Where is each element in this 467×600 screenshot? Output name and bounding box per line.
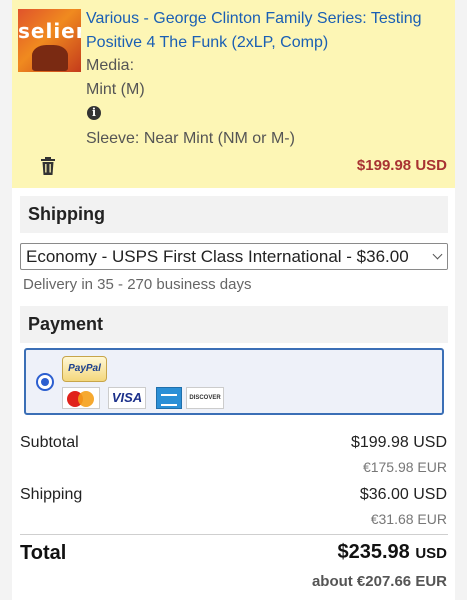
item-title-link[interactable]: Various - George Clinton Family Series: … [86,7,451,55]
cart-item: selier Various - George Clinton Family S… [12,0,455,188]
total-amount: $235.98 [337,541,410,563]
payment-header: Payment [20,306,448,343]
item-price-amount: $199.98 [356,157,412,174]
paypal-logo: PayPal [62,356,107,382]
total-currency: USD [415,545,447,562]
album-thumbnail[interactable]: selier [18,9,81,72]
total-usd: $235.98 USD [337,541,447,564]
payment-heading: Payment [28,314,104,334]
payment-option-card[interactable]: PayPal VISA DISCOVER [24,348,444,415]
amex-logo [156,387,182,409]
chevron-down-icon [431,244,447,269]
total-label: Total [20,542,67,564]
delivery-estimate: Delivery in 35 - 270 business days [23,276,252,293]
shipping-method-select[interactable]: Economy - USPS First Class International… [20,243,448,270]
visa-logo: VISA [108,387,146,409]
summary-divider [20,534,448,535]
thumbnail-text: selier [18,19,81,43]
subtotal-usd: $199.98 USD [350,434,447,451]
media-label: Media: [86,57,135,74]
payment-radio[interactable] [36,373,54,391]
shipping-selected-option: Economy - USPS First Class International… [26,247,409,266]
info-icon[interactable]: i [87,106,101,120]
shipping-cost-label: Shipping [20,486,83,503]
shipping-header: Shipping [20,196,448,233]
shipping-heading: Shipping [28,204,105,224]
sleeve-condition: Sleeve: Near Mint (NM or M-) [86,130,295,147]
shipping-cost-usd: $36.00 USD [359,486,447,503]
mastercard-logo [62,387,100,409]
total-about-eur: about €207.66 EUR [311,573,447,590]
item-price: $199.98 USD [357,157,447,174]
item-price-currency: USD [415,157,447,174]
shipping-cost-eur: €31.68 EUR [370,511,447,527]
subtotal-eur: €175.98 EUR [362,459,447,475]
trash-icon[interactable] [40,157,56,175]
checkout-page: selier Various - George Clinton Family S… [12,0,455,600]
subtotal-label: Subtotal [20,434,79,451]
discover-logo: DISCOVER [186,387,224,409]
thumbnail-figure [32,45,68,71]
media-condition: Mint (M) [86,81,145,98]
